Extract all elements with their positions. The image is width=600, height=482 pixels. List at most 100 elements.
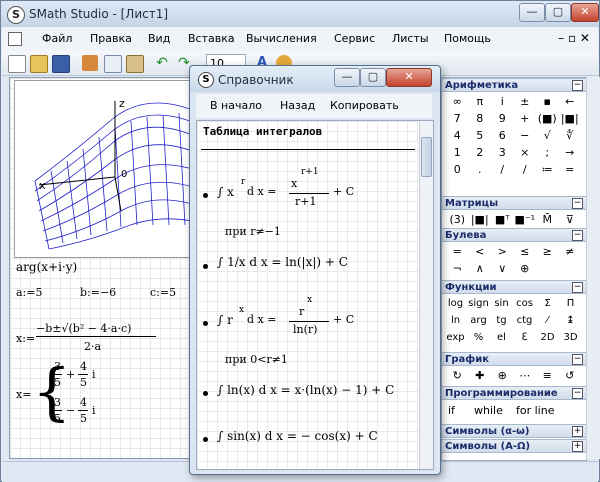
expand-sym-upper-toggle[interactable]: + xyxy=(572,441,583,452)
prog-for-line-button[interactable]: for line xyxy=(516,404,554,417)
arith-key[interactable]: − xyxy=(514,127,537,144)
func-key[interactable]: exp xyxy=(444,329,467,346)
copy-icon[interactable] xyxy=(104,55,122,73)
graph-key[interactable]: ↻ xyxy=(446,367,469,384)
menu-edit[interactable]: Правка xyxy=(90,32,132,45)
save-icon[interactable] xyxy=(52,55,70,73)
arg-expression[interactable]: arg(x+i·y) xyxy=(16,260,77,274)
menu-help[interactable]: Помощь xyxy=(444,32,491,45)
bool-key[interactable]: ∧ xyxy=(469,260,492,277)
def-c[interactable]: c:=5 xyxy=(150,286,176,299)
collapse-arith-toggle[interactable]: − xyxy=(572,80,583,91)
dialog-minimize-button[interactable]: — xyxy=(334,68,360,87)
arith-key[interactable]: + xyxy=(514,110,537,127)
3d-plot[interactable]: z x 0 xyxy=(14,80,206,258)
bool-key[interactable]: ≥ xyxy=(536,243,559,260)
nav-home-link[interactable]: В начало xyxy=(210,99,262,112)
func-key[interactable]: % xyxy=(467,329,490,346)
prog-if-button[interactable]: if xyxy=(448,404,455,417)
arith-key[interactable]: 5 xyxy=(469,127,492,144)
func-key[interactable]: arg xyxy=(467,312,490,329)
def-b[interactable]: b:=−6 xyxy=(80,286,116,299)
collapse-func-toggle[interactable]: − xyxy=(572,282,583,293)
section-sym-lower-header[interactable]: Символы (α-ω) + xyxy=(442,424,586,438)
func-key[interactable]: sin xyxy=(490,295,513,312)
section-sym-upper-header[interactable]: Символы (Α-Ω) + xyxy=(442,439,586,453)
arith-key[interactable]: ← xyxy=(559,93,582,110)
arith-key[interactable]: 3 xyxy=(491,144,514,161)
close-button[interactable]: ✕ xyxy=(571,3,599,22)
section-arith-header[interactable]: Арифметика − xyxy=(442,78,586,92)
graph-key[interactable]: ✚ xyxy=(469,367,492,384)
arith-key[interactable]: ▪ xyxy=(536,93,559,110)
arith-key[interactable]: ∞ xyxy=(446,93,469,110)
bool-key[interactable]: < xyxy=(469,243,492,260)
menu-tools[interactable]: Сервис xyxy=(334,32,375,45)
arith-key[interactable]: 4 xyxy=(446,127,469,144)
graph-key[interactable]: ≡ xyxy=(536,367,559,384)
arith-key[interactable]: 0 xyxy=(446,161,469,178)
expand-sym-lower-toggle[interactable]: + xyxy=(572,426,583,437)
maximize-button[interactable]: ▢ xyxy=(545,3,571,22)
section-matrix-header[interactable]: Матрицы − xyxy=(442,196,586,210)
dialog-scrollbar[interactable] xyxy=(419,121,433,469)
func-key[interactable]: Π xyxy=(559,295,582,312)
arith-key[interactable]: |■| xyxy=(559,110,582,127)
arith-key[interactable]: ; xyxy=(536,144,559,161)
panel-scrollbar[interactable] xyxy=(586,77,600,459)
func-key[interactable]: log xyxy=(444,295,467,312)
bool-key[interactable]: ≠ xyxy=(559,243,582,260)
func-key[interactable]: tg xyxy=(490,312,513,329)
bool-key[interactable]: ≤ xyxy=(514,243,537,260)
func-key[interactable]: Σ xyxy=(536,295,559,312)
arith-key[interactable]: 2 xyxy=(469,144,492,161)
arith-key[interactable]: (■) xyxy=(536,110,559,127)
func-key[interactable]: 3D xyxy=(559,329,582,346)
matrix-key[interactable]: ■ᵀ xyxy=(491,211,514,228)
cut-icon[interactable] xyxy=(82,55,98,71)
arith-key[interactable]: i xyxy=(491,93,514,110)
graph-key[interactable]: ⋯ xyxy=(514,367,537,384)
arith-key[interactable]: 7 xyxy=(446,110,469,127)
func-key[interactable]: cos xyxy=(513,295,536,312)
menu-view[interactable]: Вид xyxy=(148,32,170,45)
collapse-graph-toggle[interactable]: − xyxy=(572,354,583,365)
arith-key[interactable]: → xyxy=(559,144,582,161)
func-key[interactable]: ⁄ xyxy=(536,312,559,329)
func-key[interactable]: sign xyxy=(467,295,490,312)
bool-key[interactable]: ¬ xyxy=(446,260,469,277)
arith-key[interactable]: . xyxy=(469,161,492,178)
graph-key[interactable]: ⊕ xyxy=(491,367,514,384)
dialog-close-button[interactable]: ✕ xyxy=(386,68,432,87)
paste-icon[interactable] xyxy=(126,55,144,73)
arith-key[interactable]: = xyxy=(559,161,582,178)
new-file-icon[interactable] xyxy=(8,55,26,73)
collapse-matrix-toggle[interactable]: − xyxy=(572,198,583,209)
def-a[interactable]: a:=5 xyxy=(16,286,42,299)
arith-key[interactable]: / xyxy=(491,161,514,178)
matrix-key[interactable]: ⊽ xyxy=(559,211,582,228)
bool-key[interactable]: = xyxy=(446,243,469,260)
arith-key[interactable]: 1 xyxy=(446,144,469,161)
arith-key[interactable]: × xyxy=(514,144,537,161)
collapse-bool-toggle[interactable]: − xyxy=(572,230,583,241)
func-key[interactable]: el xyxy=(490,329,513,346)
arith-key[interactable]: 9 xyxy=(491,110,514,127)
func-key[interactable]: ctg xyxy=(513,312,536,329)
func-key[interactable]: 2D xyxy=(536,329,559,346)
nav-back-link[interactable]: Назад xyxy=(280,99,315,112)
prog-while-button[interactable]: while xyxy=(474,404,503,417)
menu-insert[interactable]: Вставка xyxy=(188,32,235,45)
section-prog-header[interactable]: Программирование − xyxy=(442,386,586,400)
undo-icon[interactable]: ↶ xyxy=(154,55,170,71)
dialog-maximize-button[interactable]: ▢ xyxy=(360,68,386,87)
nav-copy-link[interactable]: Копировать xyxy=(330,99,399,112)
arith-key[interactable]: ∜ xyxy=(559,127,582,144)
arith-key[interactable]: 6 xyxy=(491,127,514,144)
dialog-content[interactable]: Таблица интегралов ∫ x r d x = x r+1 r+1… xyxy=(196,120,434,470)
menu-sheets[interactable]: Листы xyxy=(392,32,429,45)
arith-key[interactable]: √ xyxy=(536,127,559,144)
matrix-key[interactable]: |■| xyxy=(469,211,492,228)
section-bool-header[interactable]: Булева − xyxy=(442,228,586,242)
func-key[interactable]: ln xyxy=(444,312,467,329)
